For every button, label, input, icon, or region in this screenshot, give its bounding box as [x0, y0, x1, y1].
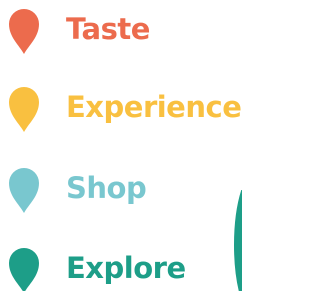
legend-item-shop: Shop [0, 166, 242, 214]
decorative-arc [234, 190, 242, 291]
legend-page: Taste Experience Shop Explore [0, 0, 242, 291]
legend-label-explore: Explore [66, 251, 186, 285]
legend-list: Taste Experience Shop Explore [0, 0, 242, 291]
legend-item-explore: Explore [0, 246, 242, 291]
map-pin-icon [7, 246, 41, 291]
legend-item-experience: Experience [0, 85, 242, 133]
map-pin-icon [7, 7, 41, 55]
legend-label-shop: Shop [66, 171, 147, 205]
legend-label-taste: Taste [66, 12, 150, 46]
map-pin-icon [7, 166, 41, 214]
legend-label-experience: Experience [66, 90, 242, 124]
legend-item-taste: Taste [0, 7, 242, 55]
map-pin-icon [7, 85, 41, 133]
